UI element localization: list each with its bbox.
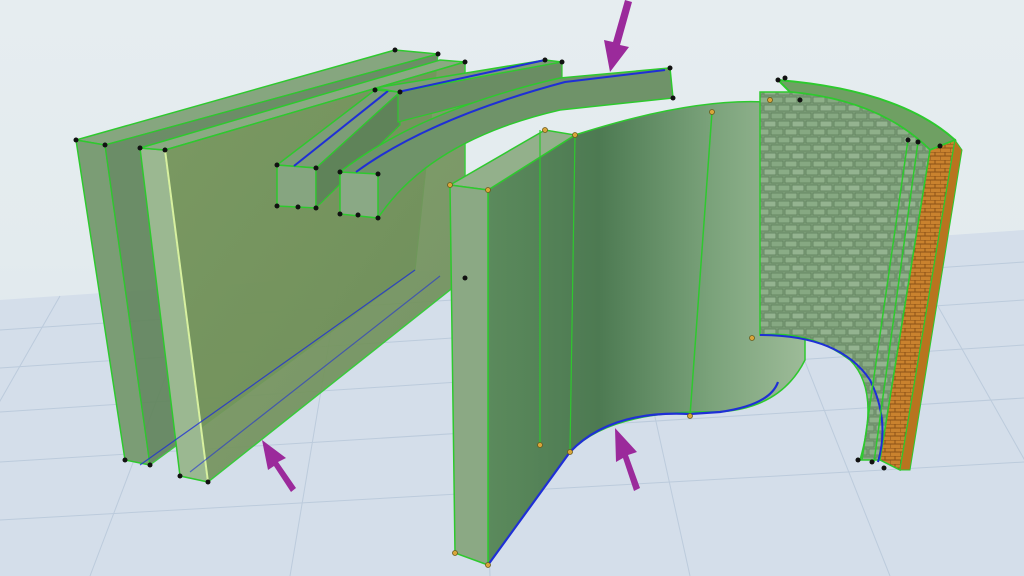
annotation-arrow-2: [604, 0, 632, 72]
3d-viewport[interactable]: [0, 0, 1024, 576]
model-canvas[interactable]: [0, 0, 1024, 576]
